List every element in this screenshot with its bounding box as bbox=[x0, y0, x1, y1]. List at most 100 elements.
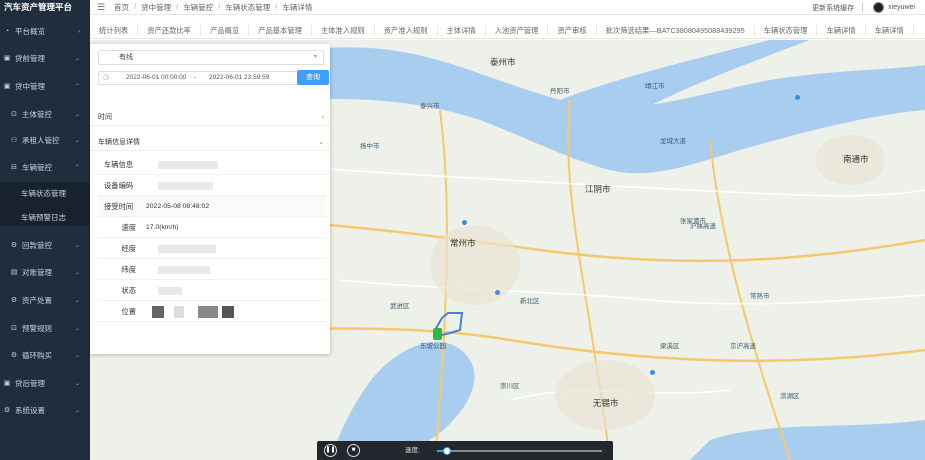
date-range-sep: - bbox=[194, 74, 197, 81]
breadcrumb-item[interactable]: 车辆状态管理 bbox=[225, 2, 270, 13]
info-row: 纬度 bbox=[98, 259, 326, 280]
tab-tag[interactable]: 主体详情 bbox=[438, 24, 486, 36]
info-row: 经度 bbox=[98, 238, 326, 259]
field-label: 设备编码 bbox=[104, 181, 134, 190]
breadcrumb-item[interactable]: 贷中管理 bbox=[141, 2, 171, 13]
sidebar-item[interactable]: ▣ 贷中管理 ⌃ bbox=[0, 80, 90, 94]
chevron-down-icon: ▾ bbox=[313, 54, 317, 60]
time-collapse-header[interactable]: 时间 › bbox=[90, 110, 330, 126]
chevron-down-icon: ⌄ bbox=[318, 139, 324, 146]
folder-icon: ▣ bbox=[3, 55, 11, 62]
sidebar-item[interactable]: ▣ 贷后管理 ⌄ bbox=[0, 377, 90, 391]
user-icon: ⚇ bbox=[10, 137, 18, 144]
sidebar-item-label: 车辆状态管理 bbox=[21, 189, 66, 198]
breadcrumb-item: 车辆详情 bbox=[282, 2, 313, 12]
tab-tag[interactable]: 资产准入规则 bbox=[375, 24, 438, 36]
poi-marker[interactable] bbox=[650, 370, 655, 375]
tab-tag[interactable]: 资产审核 bbox=[548, 24, 597, 36]
redacted-value bbox=[158, 182, 213, 190]
map-label: 武进区 bbox=[390, 303, 410, 310]
device-select[interactable]: 有线 ▾ bbox=[98, 50, 324, 65]
sidebar-item[interactable]: ⊡ 主体管控 ⌄ bbox=[0, 108, 90, 122]
tab-tag[interactable]: 入池资产管理 bbox=[486, 24, 549, 36]
field-label: 经度 bbox=[121, 244, 136, 253]
chevron-down-icon: ⌄ bbox=[74, 243, 80, 249]
map-label: 扬中市 bbox=[360, 143, 380, 150]
field-label: 车辆信息 bbox=[104, 160, 134, 169]
tab-tag[interactable]: 产品基本管理 bbox=[249, 24, 312, 36]
info-row: 状态 bbox=[98, 280, 326, 301]
sidebar-item-label: 贷中管理 bbox=[15, 82, 45, 91]
map-label: 龙城大道 bbox=[660, 138, 686, 145]
hamburger-icon[interactable]: ☰ bbox=[94, 2, 108, 13]
sidebar-item[interactable]: ⚙ 资产处置 ⌄ bbox=[0, 294, 90, 308]
breadcrumb-sep: / bbox=[218, 1, 221, 11]
field-value: 17.0(km/h) bbox=[146, 224, 179, 231]
sidebar-item[interactable]: ⊡ 预警规则 ⌄ bbox=[0, 322, 90, 336]
field-value: 2022-05-08 08:48:02 bbox=[146, 203, 210, 210]
sidebar-item-label: 循环购买 bbox=[22, 351, 52, 360]
pause-icon[interactable]: ❚❚ bbox=[324, 444, 337, 457]
car-icon[interactable] bbox=[433, 328, 442, 340]
details-collapse-header[interactable]: 车辆信息详情 ⌄ bbox=[90, 135, 330, 151]
sidebar-item-label: 车辆预警日志 bbox=[21, 213, 66, 222]
query-button[interactable]: 查询 bbox=[297, 70, 329, 85]
map-label: 京沪高速 bbox=[730, 343, 756, 350]
map-label: 常熟市 bbox=[750, 293, 770, 300]
app-root: 汽车资产管理平台 ◔ 平台概览 › ▣ 贷前管理 ⌄ ▣ 贷中管理 ⌃ ⊡ 主体管控 ⌄ ⚇ 承租人管控 ⌄… bbox=[0, 0, 925, 460]
avatar[interactable] bbox=[873, 2, 885, 13]
tab-tag[interactable]: 车辆详情 bbox=[866, 24, 914, 36]
sidebar-item[interactable]: 车辆预警日志 bbox=[0, 211, 90, 225]
date-start-input[interactable]: 2022-06-01 00:00:00 bbox=[126, 72, 186, 84]
sidebar-item[interactable]: ▣ 贷前管理 ⌄ bbox=[0, 52, 90, 66]
sidebar-item[interactable]: ◔ 平台概览 › bbox=[0, 25, 90, 39]
divider bbox=[862, 3, 864, 12]
lock-icon: ⊡ bbox=[11, 325, 17, 332]
sidebar-item[interactable]: ⚙ 回款管控 ⌄ bbox=[0, 239, 90, 253]
lock-icon: ⊡ bbox=[11, 111, 17, 118]
redacted-value bbox=[158, 266, 210, 274]
info-row: 位置 bbox=[98, 301, 326, 322]
tab-tag[interactable]: 车辆状态管理 bbox=[755, 24, 818, 36]
breadcrumb-item[interactable]: 车辆管控 bbox=[183, 2, 213, 13]
sidebar-item[interactable]: 车辆状态管理 bbox=[0, 187, 90, 201]
breadcrumb-sep: / bbox=[176, 1, 179, 11]
breadcrumb-item[interactable]: 首页 bbox=[114, 2, 129, 13]
username[interactable]: xieyuwei bbox=[888, 4, 915, 11]
clear-cache-button[interactable]: 更新系统缓存 bbox=[812, 3, 854, 13]
sidebar-item[interactable]: ⚙ 循环购买 ⌄ bbox=[0, 349, 90, 363]
tab-tag[interactable]: 主体准入规则 bbox=[312, 24, 375, 36]
date-range-picker[interactable]: ◷ 2022-06-01 00:00:00 - 2022-06-01 23:59… bbox=[98, 71, 298, 85]
breadcrumb: 首页 / 贷中管理 / 车辆管控 / 车辆状态管理 / 车辆详情 bbox=[114, 2, 312, 13]
dashboard-icon: ◔ bbox=[4, 28, 10, 35]
stop-icon[interactable]: ■ bbox=[347, 444, 360, 457]
folder-icon: ▣ bbox=[3, 380, 11, 387]
speed-label: 速度: bbox=[405, 447, 420, 454]
speed-slider-handle[interactable] bbox=[442, 447, 451, 455]
sidebar-item-label: 车辆管控 bbox=[22, 163, 52, 172]
lake-east bbox=[690, 420, 925, 460]
tab-tag[interactable]: 产品概览 bbox=[201, 24, 250, 36]
chevron-up-icon: ⌃ bbox=[74, 165, 80, 171]
time-label: 时间 bbox=[98, 114, 112, 121]
sidebar-item[interactable]: ⚙ 系统设置 ⌄ bbox=[0, 404, 90, 418]
date-end-input[interactable]: 2022-06-01 23:59:59 bbox=[209, 72, 269, 84]
tab-tag[interactable]: 车辆详情 bbox=[817, 24, 866, 36]
gear-icon: ⚙ bbox=[10, 297, 18, 304]
poi-marker[interactable] bbox=[462, 220, 467, 225]
map-label: 靖江市 bbox=[645, 83, 665, 90]
chevron-right-icon: › bbox=[321, 114, 324, 121]
map-city-label: 常州市 bbox=[450, 238, 476, 248]
speed-slider[interactable] bbox=[437, 447, 602, 455]
tab-tag[interactable]: 统计列表 bbox=[90, 24, 139, 36]
chevron-down-icon: ⌄ bbox=[74, 112, 80, 118]
tags-bar: 统计列表 资产还款比率 产品概览 产品基本管理 主体准入规则 资产准入规则 主体详情 入池资产… bbox=[90, 22, 925, 39]
poi-marker[interactable] bbox=[795, 95, 800, 100]
sidebar-item[interactable]: ⚇ 承租人管控 ⌄ bbox=[0, 134, 90, 148]
chevron-down-icon: ⌄ bbox=[74, 381, 80, 387]
tab-tag[interactable]: 资产还款比率 bbox=[138, 24, 201, 36]
poi-marker[interactable] bbox=[495, 290, 500, 295]
tab-tag[interactable]: 批次筛选结果—BATC38080495088439295 bbox=[597, 24, 755, 36]
sidebar-item[interactable]: ⊟ 车辆管控 ⌃ bbox=[0, 161, 90, 175]
sidebar-item[interactable]: ▤ 对账管理 ⌄ bbox=[0, 266, 90, 280]
